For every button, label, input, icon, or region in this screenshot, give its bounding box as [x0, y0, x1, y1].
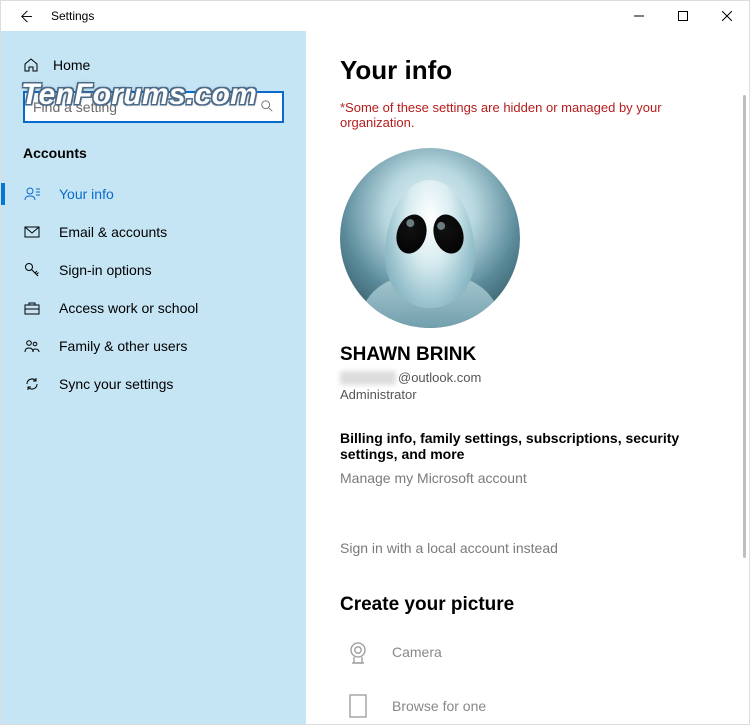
maximize-icon	[678, 11, 688, 21]
search-box[interactable]	[23, 91, 284, 123]
main-content: Your info *Some of these settings are hi…	[306, 31, 749, 724]
close-button[interactable]	[705, 1, 749, 31]
browse-icon	[340, 688, 376, 724]
sidebar: Home Accounts Your info Email & accounts…	[1, 31, 306, 724]
camera-option[interactable]: Camera	[340, 634, 715, 670]
sidebar-item-label: Email & accounts	[59, 224, 167, 240]
minimize-button[interactable]	[617, 1, 661, 31]
email-suffix: @outlook.com	[398, 370, 481, 385]
sidebar-item-work[interactable]: Access work or school	[1, 289, 306, 327]
camera-label: Camera	[392, 644, 442, 660]
email-redacted	[340, 371, 396, 385]
key-icon	[23, 261, 41, 279]
sidebar-item-signin[interactable]: Sign-in options	[1, 251, 306, 289]
email-icon	[23, 223, 41, 241]
window-title: Settings	[51, 9, 94, 23]
user-name: SHAWN BRINK	[340, 344, 715, 366]
sync-icon	[23, 375, 41, 393]
search-input[interactable]	[33, 99, 260, 115]
scrollbar-thumb[interactable]	[743, 95, 746, 558]
home-icon	[23, 57, 39, 73]
user-email: @outlook.com	[340, 370, 715, 385]
page-title: Your info	[340, 55, 715, 86]
home-nav[interactable]: Home	[1, 51, 306, 79]
local-account-link[interactable]: Sign in with a local account instead	[340, 540, 558, 556]
arrow-left-icon	[18, 9, 33, 24]
browse-label: Browse for one	[392, 698, 486, 714]
manage-account-link[interactable]: Manage my Microsoft account	[340, 470, 527, 486]
home-label: Home	[53, 57, 90, 73]
sidebar-item-label: Family & other users	[59, 338, 187, 354]
person-icon	[23, 185, 41, 203]
avatar	[340, 148, 520, 328]
sidebar-item-family[interactable]: Family & other users	[1, 327, 306, 365]
browse-option[interactable]: Browse for one	[340, 688, 715, 724]
camera-icon	[340, 634, 376, 670]
sidebar-item-label: Your info	[59, 186, 114, 202]
titlebar: Settings	[1, 1, 749, 31]
user-role: Administrator	[340, 387, 715, 402]
sidebar-item-label: Access work or school	[59, 300, 198, 316]
minimize-icon	[634, 11, 644, 21]
org-notice: *Some of these settings are hidden or ma…	[340, 100, 715, 130]
sidebar-item-label: Sync your settings	[59, 376, 173, 392]
briefcase-icon	[23, 299, 41, 317]
window-controls	[617, 1, 749, 31]
sidebar-item-label: Sign-in options	[59, 262, 152, 278]
close-icon	[722, 11, 732, 21]
billing-heading: Billing info, family settings, subscript…	[340, 430, 715, 462]
people-icon	[23, 337, 41, 355]
search-icon	[260, 99, 274, 116]
back-button[interactable]	[15, 6, 35, 26]
maximize-button[interactable]	[661, 1, 705, 31]
sidebar-item-your-info[interactable]: Your info	[1, 175, 306, 213]
sidebar-section-title: Accounts	[1, 141, 306, 175]
sidebar-item-email[interactable]: Email & accounts	[1, 213, 306, 251]
scrollbar[interactable]	[740, 95, 748, 720]
create-picture-title: Create your picture	[340, 594, 715, 616]
sidebar-item-sync[interactable]: Sync your settings	[1, 365, 306, 403]
